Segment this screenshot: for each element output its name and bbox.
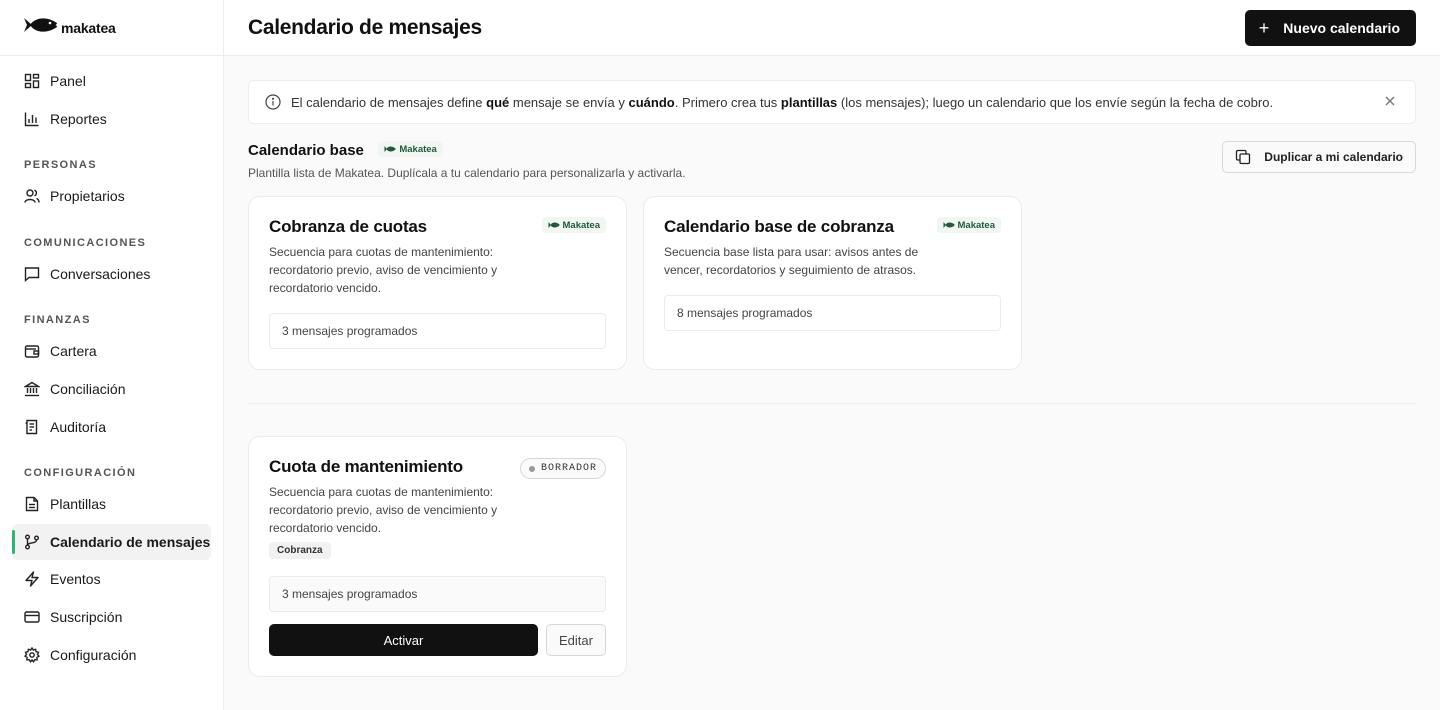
sidebar-item-label: Calendario de mensajes — [50, 533, 211, 550]
sidebar-item-reportes[interactable]: Reportes — [12, 101, 211, 137]
sidebar-item-conciliacion[interactable]: Conciliación — [12, 371, 211, 407]
card-actions: Activar Editar — [269, 624, 606, 656]
fish-icon — [384, 146, 396, 152]
scheduled-count: 3 mensajes programados — [269, 313, 606, 349]
card-description: Secuencia para cuotas de mantenimiento: … — [269, 245, 498, 295]
card-description: Secuencia base lista para usar: avisos a… — [664, 245, 919, 277]
bolt-icon — [24, 571, 40, 588]
info-text: El calendario de mensajes define qué men… — [291, 94, 1274, 110]
sidebar-item-eventos[interactable]: Eventos — [12, 561, 211, 597]
bank-icon — [24, 381, 40, 397]
makatea-badge: Makatea — [378, 141, 443, 157]
fish-icon — [943, 222, 954, 228]
section-title: CONFIGURACIÓN — [24, 467, 137, 480]
plus-icon: + — [1258, 17, 1270, 38]
edit-button[interactable]: Editar — [546, 624, 606, 656]
file-icon — [24, 496, 40, 512]
sidebar-item-auditoria[interactable]: Auditoría — [12, 409, 211, 445]
makatea-badge: Makatea — [541, 217, 606, 233]
top-bar: Calendario de mensajes + Nuevo calendari… — [224, 0, 1440, 56]
sidebar-item-label: Plantillas — [50, 496, 107, 513]
section-title: PERSONAS — [24, 159, 97, 172]
scheduled-count: 8 mensajes programados — [664, 295, 1001, 331]
sidebar-item-cartera[interactable]: Cartera — [12, 333, 211, 369]
fish-icon — [548, 222, 559, 228]
users-icon — [24, 188, 40, 204]
status-badge: BORRADOR — [519, 458, 606, 479]
sidebar-item-label: Reportes — [50, 110, 107, 127]
sidebar-item-label: Configuración — [50, 646, 137, 663]
main-content: El calendario de mensajes define qué men… — [248, 80, 1416, 677]
page-title: Calendario de mensajes — [248, 15, 482, 39]
duplicate-button[interactable]: Duplicar a mi calendario — [1222, 141, 1416, 173]
chat-icon — [24, 266, 40, 282]
card-icon — [24, 609, 40, 625]
copy-icon — [1236, 149, 1251, 165]
category-tag: Cobranza — [269, 542, 331, 559]
wallet-icon — [24, 343, 40, 359]
calendar-card[interactable]: Calendario base de cobranza Makatea Secu… — [643, 196, 1022, 370]
base-calendar-cards: Cobranza de cuotas Makatea Secuencia par… — [248, 196, 1416, 370]
sidebar-item-calendario-de-mensajes[interactable]: Calendario de mensajes — [12, 523, 211, 560]
my-calendar-card[interactable]: Cuota de mantenimiento BORRADOR Secuenci… — [248, 436, 627, 677]
sidebar-item-label: Conciliación — [50, 380, 126, 397]
sidebar-item-panel[interactable]: Panel — [12, 63, 211, 99]
sidebar-item-label: Cartera — [50, 343, 97, 360]
sidebar-item-propietarios[interactable]: Propietarios — [12, 178, 211, 214]
sidebar-item-plantillas[interactable]: Plantillas — [12, 486, 211, 522]
status-dot-icon — [528, 465, 535, 472]
new-calendar-button[interactable]: + Nuevo calendario — [1244, 9, 1416, 46]
scheduled-count: 3 mensajes programados — [269, 576, 606, 612]
section-title: COMUNICACIONES — [24, 236, 147, 249]
sidebar-item-conversaciones[interactable]: Conversaciones — [12, 256, 211, 292]
gear-icon — [24, 646, 40, 663]
brand[interactable]: makatea — [0, 0, 223, 56]
card-description: Secuencia para cuotas de mantenimiento: … — [269, 485, 498, 535]
base-calendar-header: Calendario base Makatea Plantilla lista … — [248, 141, 1416, 181]
sidebar-item-label: Panel — [50, 73, 86, 89]
base-calendar-title: Calendario base — [248, 142, 364, 159]
sidebar-item-label: Auditoría — [50, 418, 107, 435]
sidebar: makatea Panel Reportes PERSONAS Propieta… — [0, 0, 224, 710]
sidebar-item-label: Eventos — [50, 571, 101, 588]
info-banner: El calendario de mensajes define qué men… — [248, 80, 1416, 124]
sidebar-item-label: Conversaciones — [50, 265, 151, 282]
close-icon[interactable] — [1383, 94, 1397, 108]
audit-icon — [24, 419, 40, 435]
activate-button[interactable]: Activar — [269, 624, 538, 656]
new-calendar-label: Nuevo calendario — [1283, 19, 1400, 36]
sidebar-nav: Panel Reportes PERSONAS Propietarios COM… — [0, 56, 223, 673]
bar-chart-icon — [24, 111, 40, 127]
sidebar-item-configuracion[interactable]: Configuración — [12, 637, 211, 673]
sidebar-item-label: Suscripción — [50, 608, 123, 625]
sidebar-item-suscripcion[interactable]: Suscripción — [12, 599, 211, 635]
fish-logo-icon — [23, 15, 59, 40]
section-title: FINANZAS — [24, 314, 91, 327]
brand-name: makatea — [61, 19, 116, 36]
dashboard-icon — [24, 73, 40, 89]
sidebar-item-label: Propietarios — [50, 188, 125, 205]
makatea-badge: Makatea — [936, 217, 1001, 233]
info-icon — [265, 94, 281, 110]
calendar-card[interactable]: Cobranza de cuotas Makatea Secuencia par… — [248, 196, 627, 370]
divider — [248, 403, 1416, 404]
branch-icon — [24, 534, 40, 550]
